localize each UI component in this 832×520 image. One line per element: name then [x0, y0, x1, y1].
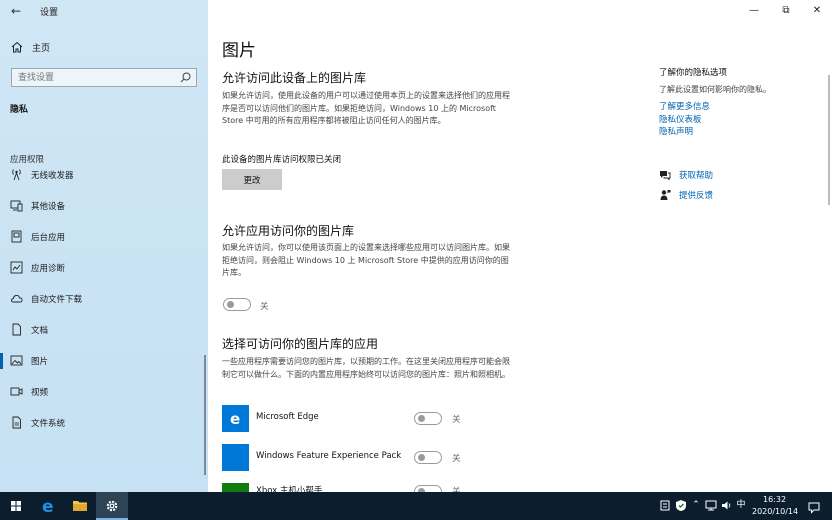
- sidebar-item-file-system[interactable]: 文件系统: [0, 412, 208, 434]
- sidebar-item-label: 主页: [32, 44, 51, 54]
- privacy-options-subtitle: 了解此设置如何影响你的隐私。: [659, 85, 771, 94]
- toggle-state-label: 关: [452, 454, 461, 464]
- picture-icon: [10, 355, 23, 366]
- taskbar: e ⌃ 中 ㄅ 16:32 2020/10/14: [0, 492, 832, 520]
- app-title: 设置: [40, 8, 59, 18]
- toggle-state-label: 关: [452, 487, 461, 492]
- sidebar-item-label: 其他设备: [31, 202, 66, 212]
- privacy-statement-link[interactable]: 隐私声明: [659, 125, 693, 137]
- app-name: Xbox 主机小帮手: [256, 486, 323, 492]
- clock-time[interactable]: 16:32: [763, 495, 786, 504]
- chat-help-icon: [660, 171, 671, 181]
- section-description: 如果允许访问，你可以使用该页面上的设置来选择哪些应用可以访问图片库。如果拒绝访问…: [222, 243, 510, 277]
- sidebar-item-label: 图片: [31, 357, 49, 367]
- search-icon[interactable]: [179, 71, 192, 84]
- section-heading-choose-apps: 选择可访问你的图片库的应用: [222, 337, 379, 351]
- sidebar-item-app-diagnostics[interactable]: 应用诊断: [0, 257, 208, 279]
- list-item: Windows Feature Experience Pack 关: [222, 444, 522, 472]
- toggle-knob: [227, 301, 234, 308]
- section-description: 如果允许访问，使用此设备的用户可以通过使用本页上的设置来选择他们的应用程序是否可…: [222, 91, 510, 125]
- sidebar-item-label: 文件系统: [31, 419, 66, 429]
- sidebar-item-background-apps[interactable]: 后台应用: [0, 226, 208, 248]
- background-apps-icon: [11, 230, 22, 243]
- people-icon[interactable]: [659, 499, 671, 512]
- app-access-toggle[interactable]: [223, 298, 251, 311]
- sidebar-scrollbar[interactable]: [204, 355, 206, 475]
- video-icon: [10, 387, 23, 396]
- sidebar-item-label: 视频: [31, 388, 49, 398]
- list-item: e Microsoft Edge 关: [222, 405, 522, 433]
- sidebar-item-home[interactable]: 主页: [0, 37, 208, 57]
- search-input[interactable]: [12, 69, 176, 86]
- section-description: 一些应用程序需要访问您的图片库，以预期的工作。在这里关闭应用程序可能会限制它可以…: [222, 357, 510, 379]
- access-status-text: 此设备的图片库访问权限已关闭: [222, 155, 342, 165]
- hidden-icons-chevron-icon[interactable]: ⌃: [690, 499, 702, 512]
- file-system-icon: [12, 416, 21, 429]
- sidebar-item-documents[interactable]: 文档: [0, 319, 208, 341]
- change-button[interactable]: 更改: [222, 169, 282, 190]
- feature-pack-app-icon: [222, 444, 249, 471]
- feedback-icon: [660, 190, 671, 200]
- app-name: Microsoft Edge: [256, 412, 319, 422]
- search-box[interactable]: [11, 68, 197, 87]
- sidebar-item-label: 无线收发器: [31, 171, 74, 181]
- toggle-knob: [418, 454, 425, 461]
- shield-icon[interactable]: [675, 499, 687, 512]
- devices-icon: [10, 200, 23, 212]
- volume-icon[interactable]: [721, 499, 733, 512]
- sidebar-item-label: 文档: [31, 326, 49, 336]
- learn-more-link[interactable]: 了解更多信息: [659, 100, 710, 112]
- diagnostics-icon: [10, 261, 23, 274]
- xbox-app-icon: [222, 483, 249, 492]
- app-toggle[interactable]: [414, 412, 442, 425]
- clock-date[interactable]: 2020/10/14: [752, 507, 798, 516]
- give-feedback-label: 提供反馈: [679, 191, 714, 201]
- minimize-button[interactable]: —: [746, 4, 762, 18]
- cloud-icon: [10, 294, 23, 303]
- back-arrow-icon[interactable]: ←: [8, 3, 24, 19]
- page-title: 图片: [222, 41, 256, 61]
- sidebar-item-auto-file-download[interactable]: 自动文件下载: [0, 288, 208, 310]
- privacy-dashboard-link[interactable]: 隐私仪表板: [659, 113, 702, 125]
- notification-icon[interactable]: [808, 499, 820, 514]
- radio-tower-icon: [12, 169, 21, 181]
- give-feedback-link[interactable]: 提供反馈: [659, 188, 799, 204]
- active-indicator: [0, 353, 3, 369]
- main-content: — ⧉ ✕ 图片 允许访问此设备上的图片库 如果允许访问，使用此设备的用户可以通…: [208, 0, 832, 492]
- document-icon: [12, 323, 21, 336]
- section-heading-privacy: 隐私: [10, 105, 29, 115]
- sidebar-item-label: 应用诊断: [31, 264, 66, 274]
- toggle-state-label: 关: [260, 302, 269, 312]
- sidebar-item-label: 后台应用: [31, 233, 66, 243]
- sidebar-item-radios[interactable]: 无线收发器: [0, 164, 208, 186]
- app-toggle[interactable]: [414, 451, 442, 464]
- app-name: Windows Feature Experience Pack: [256, 451, 402, 461]
- network-icon[interactable]: [705, 499, 717, 512]
- settings-sidebar: ← 设置 主页 隐私 应用权限 无线收发器 其他设备: [0, 0, 208, 492]
- sidebar-item-other-devices[interactable]: 其他设备: [0, 195, 208, 217]
- get-help-link[interactable]: 获取帮助: [659, 168, 799, 184]
- svg-text:e: e: [230, 410, 240, 428]
- edge-app-icon: e: [222, 405, 249, 432]
- toggle-state-label: 关: [452, 415, 461, 425]
- toggle-knob: [418, 415, 425, 422]
- list-item: Xbox 主机小帮手 关: [222, 483, 522, 492]
- title-bar: ← 设置: [0, 0, 208, 22]
- system-tray: ⌃ 中 ㄅ 16:32 2020/10/14: [0, 492, 832, 520]
- section-heading-device-access: 允许访问此设备上的图片库: [222, 71, 367, 85]
- sidebar-item-label: 自动文件下载: [31, 295, 83, 305]
- app-toggle[interactable]: [414, 485, 442, 492]
- window-controls: — ⧉ ✕: [732, 0, 832, 22]
- section-heading-app-access: 允许应用访问你的图片库: [222, 224, 355, 238]
- sidebar-item-pictures[interactable]: 图片: [0, 350, 208, 372]
- maximize-button[interactable]: ⧉: [778, 4, 794, 18]
- ime-mode-indicator[interactable]: 中: [735, 499, 747, 512]
- home-icon: [11, 41, 23, 53]
- main-scrollbar[interactable]: [828, 75, 830, 205]
- privacy-options-title: 了解你的隐私选项: [659, 68, 728, 78]
- sidebar-item-videos[interactable]: 视频: [0, 381, 208, 403]
- get-help-label: 获取帮助: [679, 171, 714, 181]
- close-button[interactable]: ✕: [809, 4, 825, 18]
